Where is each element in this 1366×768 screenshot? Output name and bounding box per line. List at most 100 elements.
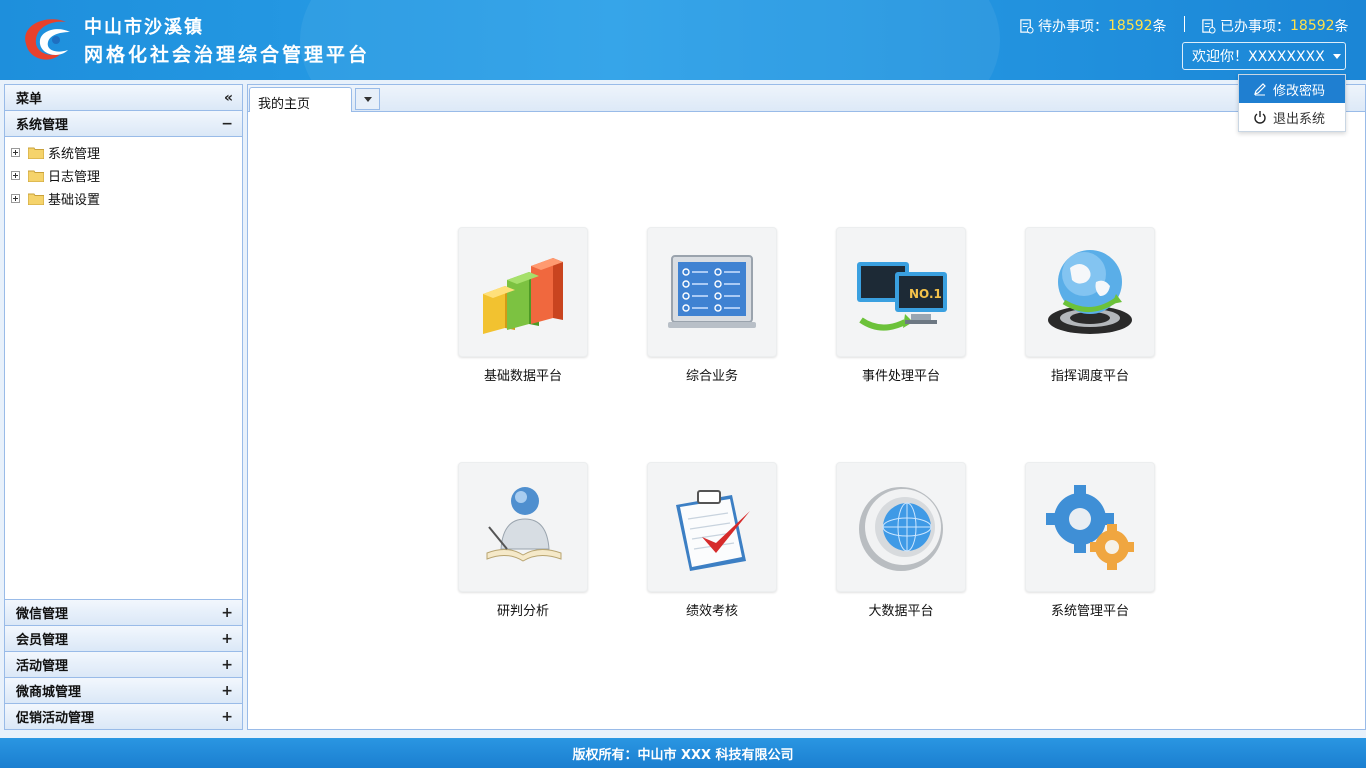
- pencil-icon: [1254, 83, 1266, 96]
- tile-system-admin[interactable]: 系统管理平台: [1025, 462, 1155, 619]
- tree-node-system[interactable]: 系统管理: [5, 141, 242, 164]
- caret-down-icon: [1332, 53, 1341, 59]
- tile-label: 综合业务: [685, 369, 738, 384]
- panel-header-mall[interactable]: 微商城管理 +: [5, 677, 242, 703]
- tile-analysis[interactable]: 研判分析: [458, 462, 588, 619]
- collapsed-panels: 微信管理 + 会员管理 + 活动管理 + 微商城管理 + 促销活动管理 +: [5, 599, 242, 729]
- tile-integrated-business[interactable]: 综合业务: [647, 227, 777, 384]
- tree-node-label: 日志管理: [48, 170, 101, 185]
- plus-icon[interactable]: +: [221, 709, 233, 725]
- tile-icon-box: [1025, 227, 1155, 357]
- collapse-icon[interactable]: «: [224, 90, 233, 106]
- tile-icon-box: [1025, 462, 1155, 592]
- tile-icon-box: [458, 462, 588, 592]
- main-panel: 我的主页 基础数据平台 综合业务 NO.1 事件处理平台 指挥调度平台 研判分析…: [247, 84, 1366, 730]
- tile-icon-box: [647, 462, 777, 592]
- footer: 版权所有：中山市 XXX 科技有限公司: [0, 738, 1366, 768]
- expand-icon[interactable]: [11, 194, 20, 203]
- document-icon: [1202, 18, 1216, 34]
- folder-icon: [28, 193, 44, 205]
- minus-icon[interactable]: −: [221, 116, 233, 132]
- pending-unit: 条: [1152, 19, 1167, 35]
- tile-event-platform[interactable]: NO.1 事件处理平台: [836, 227, 966, 384]
- tab-bar: 我的主页: [248, 85, 1365, 112]
- tile-icon-box: [647, 227, 777, 357]
- panel-label: 微信管理: [16, 607, 69, 622]
- panel-label: 系统管理: [16, 118, 69, 133]
- tile-label: 大数据平台: [868, 604, 934, 619]
- globe-icon: [1048, 250, 1132, 334]
- tab-home[interactable]: 我的主页: [249, 87, 352, 112]
- tile-basic-data-platform[interactable]: 基础数据平台: [458, 227, 588, 384]
- caret-down-icon: [363, 96, 372, 102]
- panel-header-promotions[interactable]: 促销活动管理 +: [5, 703, 242, 729]
- tile-command-platform[interactable]: 指挥调度平台: [1025, 227, 1155, 384]
- svg-text:NO.1: NO.1: [909, 287, 942, 301]
- panel-label: 活动管理: [16, 659, 69, 674]
- plus-icon[interactable]: +: [221, 605, 233, 621]
- panel-header-system[interactable]: 系统管理 −: [5, 111, 242, 137]
- done-label: 已办事项：: [1220, 19, 1290, 35]
- tile-label: 事件处理平台: [861, 369, 940, 384]
- tile-big-data[interactable]: 大数据平台: [836, 462, 966, 619]
- logout-label: 退出系统: [1273, 111, 1326, 127]
- tile-label: 绩效考核: [685, 604, 738, 619]
- plus-icon[interactable]: +: [221, 683, 233, 699]
- menu-tree: 系统管理 日志管理 基础设置: [5, 137, 242, 601]
- logo-icon: [25, 19, 70, 60]
- panel-label: 促销活动管理: [16, 711, 95, 726]
- clipboard-check-icon: [676, 490, 750, 571]
- tile-label: 基础数据平台: [483, 369, 562, 384]
- menu-header: 菜单 «: [5, 85, 242, 111]
- person-book-icon: [486, 487, 562, 562]
- tab-list-button[interactable]: [355, 88, 380, 110]
- tree-node-basic-settings[interactable]: 基础设置: [5, 187, 242, 210]
- change-password-item[interactable]: 修改密码: [1239, 75, 1345, 103]
- welcome-text: 欢迎你！XXXXXXXX: [1192, 49, 1325, 65]
- user-menu-button[interactable]: 欢迎你！XXXXXXXX: [1182, 42, 1346, 70]
- plus-icon[interactable]: +: [221, 657, 233, 673]
- expand-icon[interactable]: [11, 148, 20, 157]
- title-line2: 网格化社会治理综合管理平台: [84, 44, 371, 66]
- tree-node-log[interactable]: 日志管理: [5, 164, 242, 187]
- panel-header-members[interactable]: 会员管理 +: [5, 625, 242, 651]
- done-count: 18592: [1290, 18, 1335, 34]
- document-icon: [1020, 18, 1034, 34]
- gears-icon: [1046, 485, 1134, 570]
- plus-icon[interactable]: +: [221, 631, 233, 647]
- tile-performance[interactable]: 绩效考核: [647, 462, 777, 619]
- header: 中山市沙溪镇 网格化社会治理综合管理平台 待办事项： 18592 条 已办事项： 18…: [0, 0, 1366, 80]
- menu-title: 菜单: [16, 92, 43, 107]
- tree-node-label: 基础设置: [48, 193, 101, 208]
- bar-chart-icon: [483, 258, 563, 334]
- panel-header-wechat[interactable]: 微信管理 +: [5, 599, 242, 625]
- done-items[interactable]: 已办事项： 18592 条: [1201, 16, 1349, 36]
- sidebar: 菜单 « 系统管理 − 系统管理 日志管理 基础设置 微信管理 + 会员管理 + 活…: [4, 84, 243, 730]
- tree-node-label: 系统管理: [48, 147, 101, 162]
- pending-label: 待办事项：: [1038, 19, 1108, 35]
- copyright-text: 版权所有：中山市 XXX 科技有限公司: [572, 747, 794, 763]
- done-unit: 条: [1334, 19, 1349, 35]
- change-password-label: 修改密码: [1273, 83, 1326, 99]
- checklist-monitor-icon: [668, 255, 756, 328]
- tile-icon-box: [836, 462, 966, 592]
- tile-icon-box: NO.1: [836, 227, 966, 357]
- tile-icon-box: [458, 227, 588, 357]
- user-dropdown-menu: 修改密码 退出系统: [1238, 74, 1346, 132]
- pending-items[interactable]: 待办事项： 18592 条: [1019, 16, 1167, 36]
- divider: [1184, 16, 1185, 32]
- tile-label: 研判分析: [496, 604, 549, 619]
- logout-item[interactable]: 退出系统: [1239, 103, 1345, 131]
- data-disc-icon: [859, 487, 943, 571]
- title-line1: 中山市沙溪镇: [84, 17, 204, 38]
- tile-label: 指挥调度平台: [1050, 369, 1129, 384]
- panel-label: 微商城管理: [16, 685, 82, 700]
- monitors-icon: NO.1: [857, 262, 947, 331]
- folder-icon: [28, 170, 44, 182]
- tile-label: 系统管理平台: [1050, 604, 1129, 619]
- folder-icon: [28, 147, 44, 159]
- panel-label: 会员管理: [16, 633, 69, 648]
- pending-count: 18592: [1108, 18, 1153, 34]
- expand-icon[interactable]: [11, 171, 20, 180]
- panel-header-activities[interactable]: 活动管理 +: [5, 651, 242, 677]
